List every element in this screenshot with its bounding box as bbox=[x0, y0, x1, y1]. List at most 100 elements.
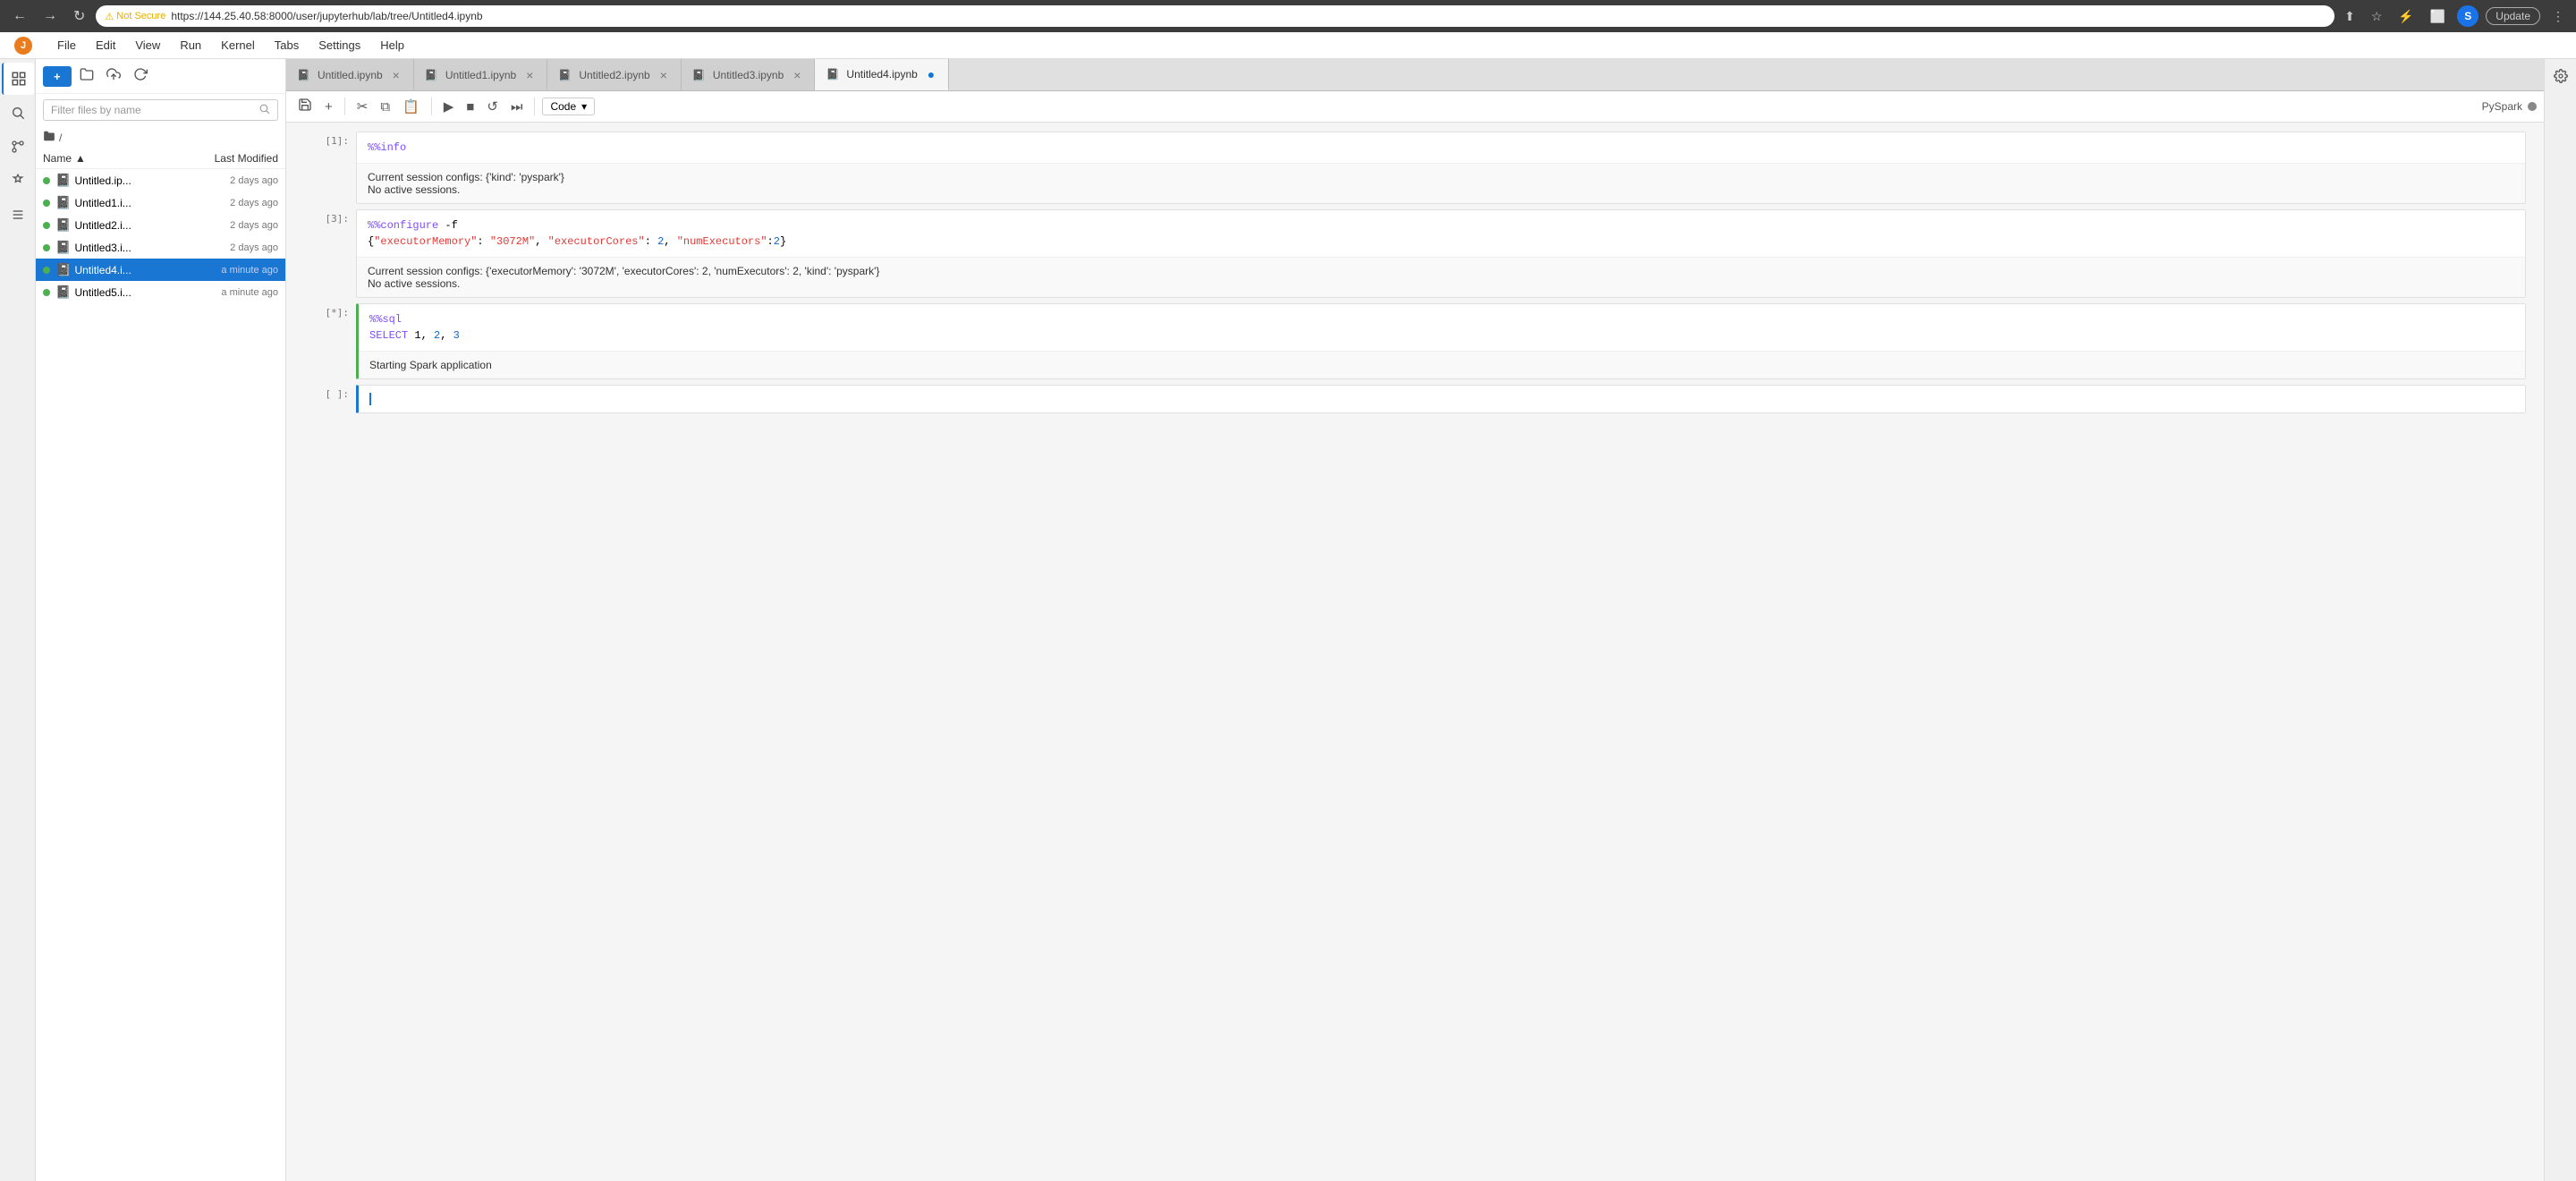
notebook-tab-icon: 📓 bbox=[425, 69, 438, 81]
menu-view[interactable]: View bbox=[126, 35, 169, 55]
file-status-dot bbox=[43, 244, 50, 251]
restart-run-button[interactable]: ⏭ bbox=[506, 97, 528, 117]
back-button[interactable]: ← bbox=[7, 4, 32, 28]
file-list-item[interactable]: 📓 Untitled.ip... 2 days ago bbox=[36, 169, 285, 191]
notebook-tab[interactable]: 📓 Untitled1.ipynb × bbox=[414, 59, 548, 90]
run-button[interactable]: ▶ bbox=[439, 96, 459, 117]
notebook-tab-label: Untitled3.ipynb bbox=[713, 69, 784, 81]
sidebar-git-button[interactable] bbox=[2, 131, 34, 163]
restart-button[interactable]: ↺ bbox=[482, 96, 503, 117]
save-button[interactable] bbox=[293, 95, 317, 118]
paste-button[interactable]: 📋 bbox=[398, 96, 424, 117]
stop-button[interactable]: ■ bbox=[462, 97, 479, 117]
menu-tabs[interactable]: Tabs bbox=[266, 35, 308, 55]
sidebar-icons bbox=[0, 59, 36, 1181]
tab-close-button[interactable]: ● bbox=[925, 66, 937, 82]
menu-settings[interactable]: Settings bbox=[309, 35, 369, 55]
breadcrumb: / bbox=[36, 126, 285, 149]
notebook-tab[interactable]: 📓 Untitled4.ipynb ● bbox=[815, 59, 949, 90]
output-line: Current session configs: {'kind': 'pyspa… bbox=[368, 171, 2514, 183]
menu-dots-button[interactable]: ⋮ bbox=[2547, 6, 2569, 27]
extensions-button[interactable]: ⚡ bbox=[2394, 6, 2418, 27]
chrome-actions: ⬆ ☆ ⚡ ⬜ S Update ⋮ bbox=[2340, 5, 2569, 27]
copy-button[interactable]: ⧉ bbox=[376, 97, 394, 117]
sql-number2: 3 bbox=[453, 329, 460, 342]
code-text: -f bbox=[438, 219, 458, 232]
menu-help[interactable]: Help bbox=[371, 35, 413, 55]
file-list-item[interactable]: 📓 Untitled2.i... 2 days ago bbox=[36, 214, 285, 236]
window-button[interactable]: ⬜ bbox=[2426, 6, 2450, 27]
file-list-item[interactable]: 📓 Untitled3.i... 2 days ago bbox=[36, 236, 285, 259]
tab-close-button[interactable]: × bbox=[390, 67, 402, 83]
sql-text2: , bbox=[440, 329, 453, 342]
cell-box[interactable] bbox=[356, 385, 2526, 413]
notebook-tab[interactable]: 📓 Untitled3.ipynb × bbox=[682, 59, 816, 90]
chrome-browser-bar: ← → ↻ ⚠ Not Secure https://144.25.40.58:… bbox=[0, 0, 2576, 32]
toolbar-divider-3 bbox=[534, 98, 535, 115]
menu-file[interactable]: File bbox=[48, 35, 85, 55]
menu-bar: J File Edit View Run Kernel Tabs Setting… bbox=[0, 32, 2576, 59]
file-list-item[interactable]: 📓 Untitled4.i... a minute ago bbox=[36, 259, 285, 281]
refresh-files-button[interactable] bbox=[129, 64, 152, 88]
cell-box[interactable]: %%info Current session configs: {'kind': … bbox=[356, 132, 2526, 204]
avatar[interactable]: S bbox=[2457, 5, 2479, 27]
sidebar-extensions-button[interactable] bbox=[2, 165, 34, 197]
file-status-dot bbox=[43, 222, 50, 229]
upload-button[interactable] bbox=[102, 64, 125, 88]
file-date-label: 2 days ago bbox=[189, 242, 278, 253]
cut-button[interactable]: ✂ bbox=[352, 96, 373, 117]
open-folder-button[interactable] bbox=[75, 64, 98, 88]
notebook-toolbar: + ✂ ⧉ 📋 ▶ ■ ↺ ⏭ Code ▾ PySpark bbox=[286, 91, 2544, 123]
right-sidebar bbox=[2544, 59, 2576, 1181]
add-cell-button[interactable]: + bbox=[320, 97, 337, 117]
tab-close-button[interactable]: × bbox=[657, 67, 670, 83]
cell-input[interactable]: %%configure -f {"executorMemory": "3072M… bbox=[357, 210, 2525, 258]
cell-box[interactable]: %%configure -f {"executorMemory": "3072M… bbox=[356, 209, 2526, 298]
file-type-icon: 📓 bbox=[55, 195, 71, 210]
sidebar-commands-button[interactable] bbox=[2, 199, 34, 231]
file-filter-bar[interactable] bbox=[43, 99, 278, 121]
tab-close-button[interactable]: × bbox=[523, 67, 536, 83]
settings-button[interactable] bbox=[2547, 63, 2574, 89]
cell-input[interactable]: %%sql SELECT 1, 2, 3 bbox=[359, 304, 2525, 352]
new-file-button[interactable]: + bbox=[43, 66, 72, 87]
url-display: https://144.25.40.58:8000/user/jupyterhu… bbox=[171, 10, 482, 22]
sidebar-files-button[interactable] bbox=[2, 63, 34, 95]
output-line: No active sessions. bbox=[368, 277, 2514, 290]
bookmark-button[interactable]: ☆ bbox=[2367, 6, 2387, 27]
notebook-tab[interactable]: 📓 Untitled2.ipynb × bbox=[547, 59, 682, 90]
tab-close-button[interactable]: × bbox=[791, 67, 803, 83]
cell-input[interactable]: %%info bbox=[357, 132, 2525, 164]
file-name-label: Untitled3.i... bbox=[74, 242, 189, 254]
notebook-tab-icon: 📓 bbox=[297, 69, 310, 81]
share-button[interactable]: ⬆ bbox=[2340, 6, 2360, 27]
update-button[interactable]: Update bbox=[2486, 7, 2540, 25]
sidebar-search-button[interactable] bbox=[2, 97, 34, 129]
file-filter-input[interactable] bbox=[51, 104, 253, 116]
toolbar-divider-2 bbox=[431, 98, 432, 115]
file-date-label: a minute ago bbox=[189, 265, 278, 276]
refresh-button[interactable]: ↻ bbox=[68, 4, 90, 29]
file-list-item[interactable]: 📓 Untitled5.i... a minute ago bbox=[36, 281, 285, 303]
notebook-tab-label: Untitled2.ipynb bbox=[579, 69, 649, 81]
forward-button[interactable]: → bbox=[38, 4, 63, 28]
menu-kernel[interactable]: Kernel bbox=[212, 35, 264, 55]
security-warning: ⚠ Not Secure bbox=[105, 11, 165, 22]
file-date-label: 2 days ago bbox=[189, 198, 278, 208]
magic-keyword: %%sql bbox=[369, 313, 402, 326]
cell-wrapper: [3]:%%configure -f {"executorMemory": "3… bbox=[304, 209, 2526, 298]
cell-type-selector[interactable]: Code ▾ bbox=[542, 98, 595, 115]
address-bar[interactable]: ⚠ Not Secure https://144.25.40.58:8000/u… bbox=[96, 5, 2334, 27]
sql-keyword: SELECT bbox=[369, 329, 408, 342]
toolbar-divider-1 bbox=[344, 98, 345, 115]
file-browser-toolbar: + bbox=[36, 59, 285, 94]
menu-edit[interactable]: Edit bbox=[87, 35, 124, 55]
json-number: 2 bbox=[657, 235, 664, 248]
output-line: Current session configs: {'executorMemor… bbox=[368, 265, 2514, 277]
menu-run[interactable]: Run bbox=[171, 35, 210, 55]
file-list-item[interactable]: 📓 Untitled1.i... 2 days ago bbox=[36, 191, 285, 214]
file-name-label: Untitled.ip... bbox=[74, 174, 189, 187]
notebook-tab[interactable]: 📓 Untitled.ipynb × bbox=[286, 59, 414, 90]
cell-input[interactable] bbox=[359, 386, 2525, 412]
cell-box[interactable]: %%sql SELECT 1, 2, 3Starting Spark appli… bbox=[356, 303, 2526, 379]
